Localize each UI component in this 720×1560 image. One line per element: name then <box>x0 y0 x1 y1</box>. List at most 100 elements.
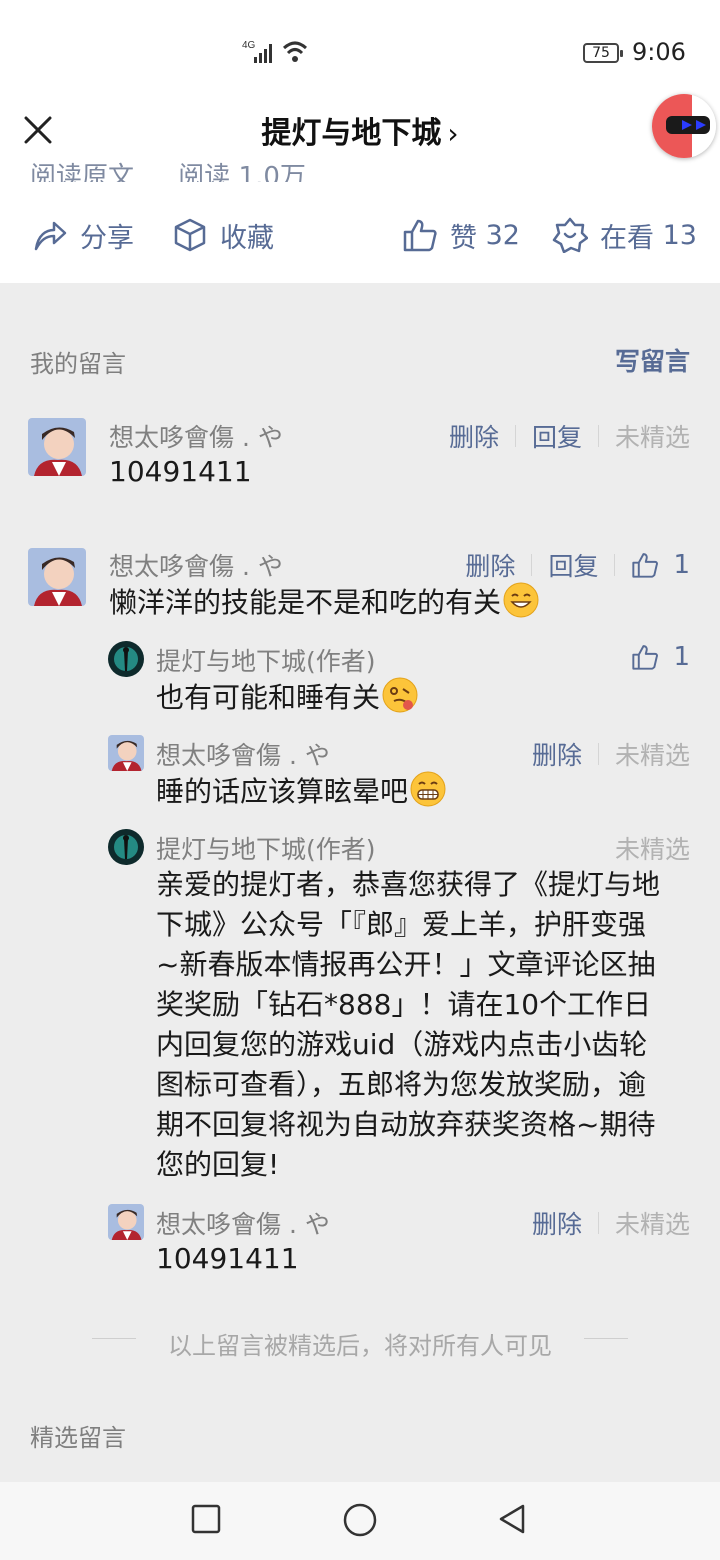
reply-text-line: 下城》公众号「『郎』爱上羊，护肝变强 <box>156 908 647 941</box>
thumbs-up-icon <box>632 645 659 670</box>
reply-like-button[interactable]: 1 <box>631 642 690 672</box>
grimace-emoji-icon <box>410 771 446 807</box>
divider <box>597 1212 599 1234</box>
my-comments-header: 我的留言 <box>30 350 126 378</box>
nav-bar: 提灯与地下城 › <box>0 94 720 160</box>
article-meta-partial: 阅读原文 阅读 1.0万 <box>30 156 342 182</box>
favorite-button[interactable]: 收藏 <box>172 210 274 260</box>
comment-ops: 删除 回复 未精选 <box>449 418 690 454</box>
comment-text: 懒洋洋的技能是不是和吃的有关 <box>109 586 502 619</box>
like-button[interactable]: 赞 32 <box>402 210 520 260</box>
delete-button[interactable]: 删除 <box>532 1205 582 1241</box>
reply-nickname: 提灯与地下城(作者) <box>156 835 376 864</box>
author-avatar-image <box>108 641 144 677</box>
reply-text-line: 内回复您的游戏uid（游戏内点击小齿轮 <box>156 1028 648 1061</box>
status-badge: 未精选 <box>614 835 690 864</box>
close-icon[interactable] <box>18 110 58 150</box>
reply-text: 也有可能和睡有关 <box>156 681 381 714</box>
svg-text:4G: 4G <box>242 40 256 51</box>
status-badge: 未精选 <box>614 423 690 452</box>
wow-label: 在看 <box>600 222 654 254</box>
reply-nickname: 提灯与地下城(作者) <box>156 647 376 676</box>
circle-nav-icon[interactable] <box>342 1502 378 1538</box>
share-icon <box>34 221 67 251</box>
reply-button[interactable]: 回复 <box>532 418 582 454</box>
user-avatar-image <box>108 1204 144 1240</box>
user-avatar-image <box>28 418 86 476</box>
grin-emoji-icon <box>503 582 539 618</box>
clock: 9:06 <box>632 38 686 66</box>
article-actions: 分享 收藏 赞 32 在看 13 <box>0 210 720 260</box>
avatar[interactable] <box>28 548 86 606</box>
comment-nickname: 想太哆會傷 . や <box>109 423 283 452</box>
author-avatar-image <box>108 829 144 865</box>
user-avatar-image <box>28 548 86 606</box>
chevron-right-icon: › <box>447 117 459 150</box>
reply-text-line: ~新春版本情报再公开！」文章评论区抽 <box>156 948 656 981</box>
wow-icon <box>552 217 588 253</box>
write-comment-link[interactable]: 写留言 <box>615 342 690 378</box>
status-bar: 4G 75 9:06 <box>0 0 720 100</box>
reply-text-row: 睡的话应该算眩晕吧 <box>156 771 446 812</box>
author-avatar[interactable] <box>108 829 144 865</box>
comment-nickname: 想太哆會傷 . や <box>109 552 283 581</box>
comment-like-button[interactable]: 1 <box>631 550 690 580</box>
author-avatar[interactable] <box>108 641 144 677</box>
thumbs-up-icon <box>403 219 437 252</box>
divider <box>597 743 599 765</box>
favorite-cube-icon <box>174 218 206 252</box>
status-badge: 未精选 <box>614 741 690 770</box>
reply-ops: 未精选 <box>615 830 690 866</box>
avatar[interactable] <box>108 1204 144 1240</box>
reply-text: 睡的话应该算眩晕吧 <box>156 775 409 808</box>
floating-minimized-window[interactable] <box>652 94 716 158</box>
reply-ops: 删除 未精选 <box>532 1205 690 1241</box>
thumbs-up-icon <box>632 553 659 578</box>
page-title[interactable]: 提灯与地下城 › <box>200 108 520 152</box>
reply-text-line: 图标可查看），五郎将为您发放奖励，逾 <box>156 1068 647 1101</box>
delete-button[interactable]: 删除 <box>449 418 499 454</box>
delete-button[interactable]: 删除 <box>465 547 515 583</box>
favorite-label: 收藏 <box>220 222 274 254</box>
share-button[interactable]: 分享 <box>32 210 134 260</box>
reply-like-count: 1 <box>673 642 690 672</box>
avatar[interactable] <box>28 418 86 476</box>
reply-text-line: 奖奖励「钻石*888」！请在10个工作日 <box>156 988 652 1021</box>
divider <box>614 554 616 576</box>
reply-nickname: 想太哆會傷 . や <box>156 741 330 770</box>
share-label: 分享 <box>80 222 134 254</box>
visibility-note: 以上留言被精选后，将对所有人可见 <box>168 1332 552 1360</box>
comment-ops: 删除 回复 1 <box>465 547 690 583</box>
reply-text-line: 亲爱的提灯者，恭喜您获得了《提灯与地 <box>156 868 661 901</box>
floating-window-icon <box>652 94 716 158</box>
divider <box>597 425 599 447</box>
reply-text-line: 您的回复! <box>156 1148 280 1181</box>
status-badge: 未精选 <box>614 1210 690 1239</box>
comment-like-count: 1 <box>673 550 690 580</box>
wow-count: 13 <box>662 219 697 251</box>
reply-button[interactable]: 回复 <box>548 547 598 583</box>
square-nav-icon[interactable] <box>189 1502 223 1536</box>
signal-wifi-icon: 4G <box>242 40 308 63</box>
reply-ops: 删除 未精选 <box>532 736 690 772</box>
reply-long-text: 亲爱的提灯者，恭喜您获得了《提灯与地 下城》公众号「『郎』爱上羊，护肝变强 ~新… <box>156 865 660 1185</box>
comment-text-row: 懒洋洋的技能是不是和吃的有关 <box>109 582 539 623</box>
reply-text: 10491411 <box>156 1242 299 1275</box>
reply-nickname: 想太哆會傷 . や <box>156 1210 330 1239</box>
page-title-text: 提灯与地下城 <box>261 116 442 151</box>
woozy-emoji-icon <box>382 677 418 713</box>
like-count: 32 <box>485 219 520 251</box>
triangle-back-icon[interactable] <box>496 1502 530 1536</box>
avatar[interactable] <box>108 735 144 771</box>
featured-comments-header: 精选留言 <box>30 1424 126 1452</box>
read-count: 阅读 1.0万 <box>178 162 306 182</box>
battery-indicator: 75 <box>583 43 623 63</box>
comment-text: 10491411 <box>109 455 252 488</box>
read-original-link[interactable]: 阅读原文 <box>30 162 134 182</box>
reply-text-row: 也有可能和睡有关 <box>156 677 418 718</box>
wow-button[interactable]: 在看 13 <box>552 210 697 260</box>
divider <box>514 425 516 447</box>
like-label: 赞 <box>450 222 477 254</box>
delete-button[interactable]: 删除 <box>532 736 582 772</box>
reply-text-line: 期不回复将视为自动放弃获奖资格~期待 <box>156 1108 656 1141</box>
